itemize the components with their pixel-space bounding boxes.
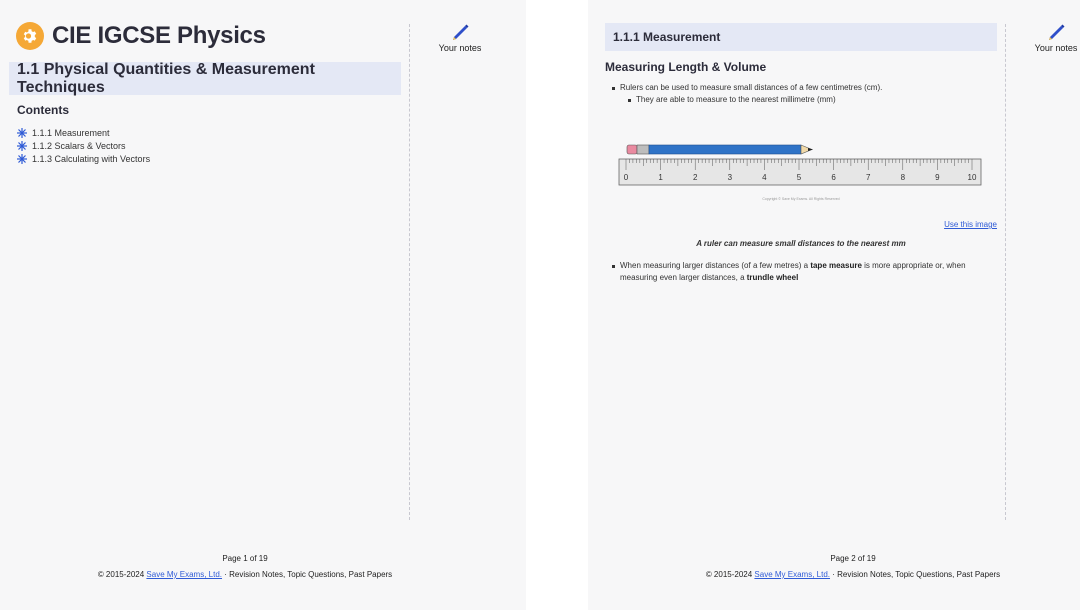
your-notes-label: Your notes xyxy=(438,43,482,53)
footer-tagline: · Revision Notes, Topic Questions, Past … xyxy=(224,570,393,579)
ruler-number: 10 xyxy=(968,173,977,182)
ruler-copyright: Copyright © Save My Exams. All Rights Re… xyxy=(762,197,839,201)
ruler-number: 7 xyxy=(866,173,871,182)
footer-copyright: © 2015-2024 Save My Exams, Ltd. · Revisi… xyxy=(588,570,1080,579)
bullet-subtext: They are able to measure to the nearest … xyxy=(636,95,836,104)
contents-item[interactable]: 1.1.1 Measurement xyxy=(17,126,150,139)
pen-icon xyxy=(1049,24,1065,40)
topic-title: 1.1 Physical Quantities & Measurement Te… xyxy=(17,60,315,96)
section-heading: Measuring Length & Volume xyxy=(605,60,767,74)
ruler-diagram: 0 1 2 3 4 5 6 7 8 9 10 Copyright © Save My Exams. … xyxy=(618,144,982,201)
page-number: Page 1 of 19 xyxy=(222,554,268,563)
bullet-item: When measuring larger distances (of a fe… xyxy=(610,260,990,284)
ruler-number: 3 xyxy=(728,173,733,182)
pencil-illustration xyxy=(626,144,813,155)
page-2: 1.1.1 Measurement Measuring Length & Vol… xyxy=(588,0,1080,610)
your-notes: Your notes xyxy=(1016,24,1080,53)
ruler-number: 0 xyxy=(624,173,629,182)
contents-item-label: 1.1.2 Scalars & Vectors xyxy=(32,140,126,151)
bold-term-trundle-wheel: trundle wheel xyxy=(746,273,799,282)
ruler-number: 6 xyxy=(831,173,836,182)
footer-tagline: · Revision Notes, Topic Questions, Past … xyxy=(832,570,1001,579)
sparkle-icon xyxy=(17,153,27,164)
ruler-number: 2 xyxy=(693,173,698,182)
ruler-number: 8 xyxy=(901,173,906,182)
bullet-item: Rulers can be used to measure small dist… xyxy=(610,82,882,94)
page-footer: Page 2 of 19 © 2015-2024 Save My Exams, … xyxy=(588,554,1080,579)
contents-item[interactable]: 1.1.3 Calculating with Vectors xyxy=(17,152,150,165)
notes-divider xyxy=(409,24,410,520)
use-this-image-link[interactable]: Use this image xyxy=(944,220,997,229)
contents-list: 1.1.1 Measurement 1.1.2 Scalars & Vector… xyxy=(17,126,150,165)
copyright-text: © 2015-2024 xyxy=(705,570,753,579)
ruler-number: 1 xyxy=(658,173,663,182)
notes-divider xyxy=(1005,24,1006,520)
bullet-list: Rulers can be used to measure small dist… xyxy=(610,82,882,106)
sparkle-icon xyxy=(17,140,27,151)
contents-heading: Contents xyxy=(17,103,69,117)
bold-term-tape-measure: tape measure xyxy=(810,261,862,270)
section-banner: 1.1.1 Measurement xyxy=(605,23,997,51)
sparkle-icon xyxy=(17,127,27,138)
footer-copyright: © 2015-2024 Save My Exams, Ltd. · Revisi… xyxy=(0,570,490,579)
save-my-exams-link[interactable]: Save My Exams, Ltd. xyxy=(146,570,222,579)
bullet-subitem: They are able to measure to the nearest … xyxy=(626,94,882,106)
brand-title: CIE IGCSE Physics xyxy=(52,22,266,49)
contents-item-label: 1.1.3 Calculating with Vectors xyxy=(32,153,151,164)
page-footer: Page 1 of 19 © 2015-2024 Save My Exams, … xyxy=(0,554,490,579)
ruler-number: 4 xyxy=(762,173,767,182)
bullet-list-2: When measuring larger distances (of a fe… xyxy=(610,260,990,284)
your-notes-label: Your notes xyxy=(1034,43,1078,53)
pen-icon xyxy=(453,24,469,40)
page-1: CIE IGCSE Physics 1.1 Physical Quantitie… xyxy=(0,0,526,610)
gear-logo-icon xyxy=(16,22,44,50)
topic-banner: 1.1 Physical Quantities & Measurement Te… xyxy=(9,60,401,96)
bullet-text: Rulers can be used to measure small dist… xyxy=(620,83,883,92)
ruler-number: 5 xyxy=(797,173,802,182)
ruler-number: 9 xyxy=(935,173,940,182)
copyright-text: © 2015-2024 xyxy=(97,570,145,579)
save-my-exams-link[interactable]: Save My Exams, Ltd. xyxy=(754,570,830,579)
contents-item-label: 1.1.1 Measurement xyxy=(32,127,110,138)
contents-item[interactable]: 1.1.2 Scalars & Vectors xyxy=(17,139,150,152)
figure-caption: A ruler can measure small distances to t… xyxy=(696,239,906,248)
bullet-text: When measuring larger distances (of a fe… xyxy=(620,261,811,270)
brand-header: CIE IGCSE Physics xyxy=(16,22,266,50)
section-title: 1.1.1 Measurement xyxy=(613,30,721,44)
your-notes: Your notes xyxy=(420,24,500,53)
page-number: Page 2 of 19 xyxy=(830,554,876,563)
ruler-figure: 0 1 2 3 4 5 6 7 8 9 10 Copyright © Save My Exams. … xyxy=(616,138,986,211)
